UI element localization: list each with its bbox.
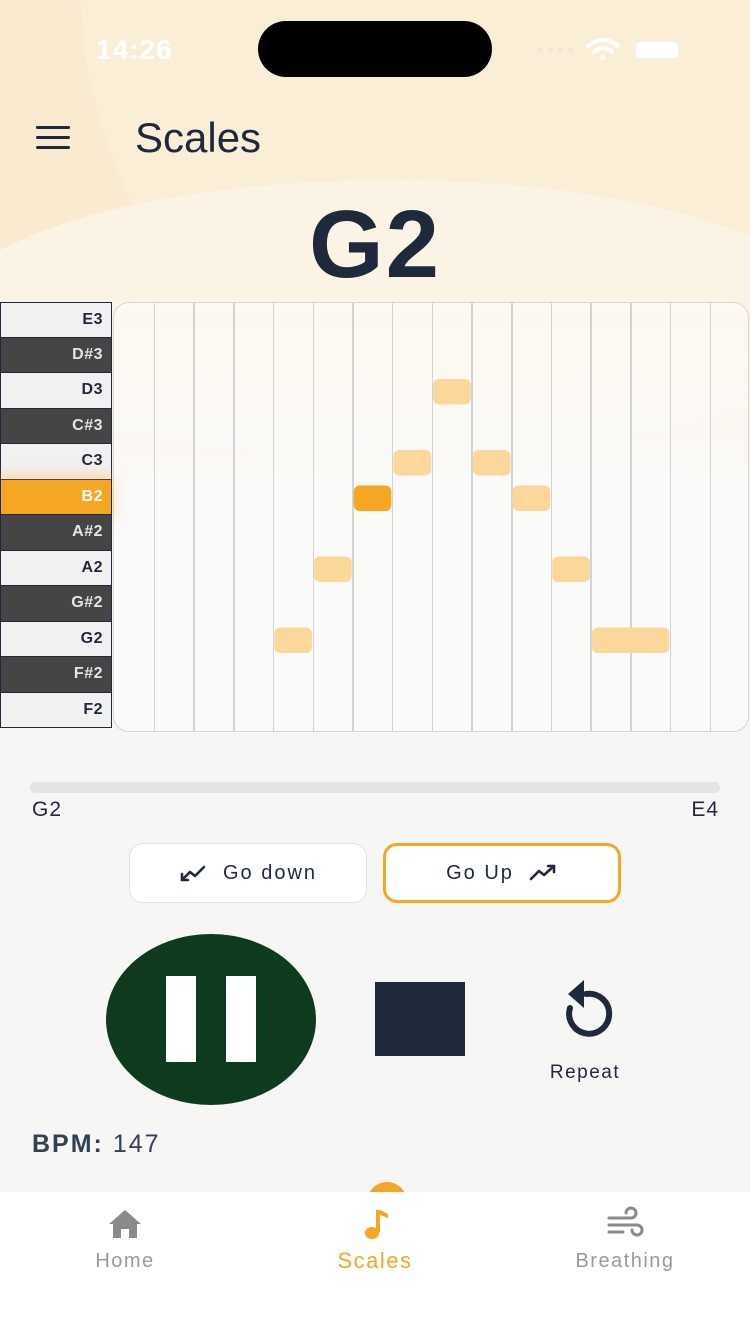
note-block-c3 [472, 450, 511, 476]
signal-icon [538, 48, 573, 53]
bottom-nav: Home Scales Breathing [0, 1192, 750, 1334]
note-block-g2 [274, 627, 312, 653]
current-note-display: G2 [308, 191, 442, 298]
piano-key-b2: B2 [0, 479, 112, 515]
bpm-label: BPM: [32, 1130, 104, 1158]
go-down-label: Go down [222, 861, 318, 884]
piano-key-csharp3: C#3 [0, 408, 112, 444]
piano-key-e3: E3 [0, 302, 112, 338]
note-block-a2 [314, 556, 352, 582]
scale-notes [274, 379, 670, 653]
note-block-g2 [591, 627, 670, 653]
stop-button[interactable] [375, 982, 465, 1056]
nav-item-home[interactable]: Home [0, 1192, 250, 1273]
nav-item-breathing[interactable]: Breathing [500, 1192, 750, 1273]
range-high-label: E4 [691, 798, 719, 821]
wind-icon [607, 1206, 644, 1237]
bpm-display: BPM: 147 [32, 1130, 161, 1159]
note-block-c3 [393, 450, 432, 476]
go-up-button[interactable]: Go Up [383, 843, 621, 903]
piano-key-g2: G2 [0, 621, 112, 657]
nav-label-home: Home [95, 1250, 155, 1272]
piano-key-a2: A2 [0, 550, 112, 586]
piano-key-asharp2: A#2 [0, 515, 112, 551]
pause-icon-bar-right [226, 976, 256, 1062]
home-icon [109, 1210, 141, 1238]
piano-key-d3: D3 [0, 373, 112, 409]
menu-icon[interactable] [36, 126, 70, 150]
repeat-label: Repeat [549, 1062, 621, 1083]
scale-grid [113, 302, 749, 732]
note-block-a2 [552, 556, 590, 582]
wifi-icon [586, 38, 620, 61]
piano-key-fsharp2: F#2 [0, 657, 112, 693]
pause-icon-bar-left [166, 976, 196, 1062]
range-low-label: G2 [32, 798, 63, 821]
piano-key-f2: F2 [0, 692, 112, 728]
range-slider[interactable] [30, 782, 720, 793]
music-note-icon [365, 1210, 388, 1239]
dynamic-island [258, 21, 492, 77]
nav-item-scales[interactable]: Scales [250, 1192, 500, 1274]
status-time: 14:26 [96, 34, 173, 65]
nav-label-breathing: Breathing [575, 1250, 675, 1272]
repeat-icon [566, 980, 613, 1037]
note-block-b2-current [353, 485, 392, 511]
go-down-button[interactable]: Go down [129, 843, 367, 903]
note-block-b2 [512, 485, 551, 511]
repeat-button[interactable]: Repeat [540, 978, 630, 1090]
battery-icon [634, 40, 680, 60]
go-up-label: Go Up [446, 861, 514, 884]
page-title: Scales [135, 114, 262, 161]
piano-keys: E3 D#3 D3 C#3 C3 B2 A#2 A2 G#2 G2 F#2 F2 [0, 302, 112, 728]
trending-up-icon [529, 864, 556, 881]
piano-key-gsharp2: G#2 [0, 586, 112, 622]
note-block-d3 [433, 379, 471, 405]
piano-key-c3: C3 [0, 444, 112, 480]
trending-down-icon [180, 865, 206, 882]
pause-button[interactable] [106, 934, 316, 1105]
piano-key-dsharp3: D#3 [0, 337, 112, 373]
bpm-value: 147 [112, 1130, 161, 1158]
nav-label-scales: Scales [337, 1248, 413, 1273]
